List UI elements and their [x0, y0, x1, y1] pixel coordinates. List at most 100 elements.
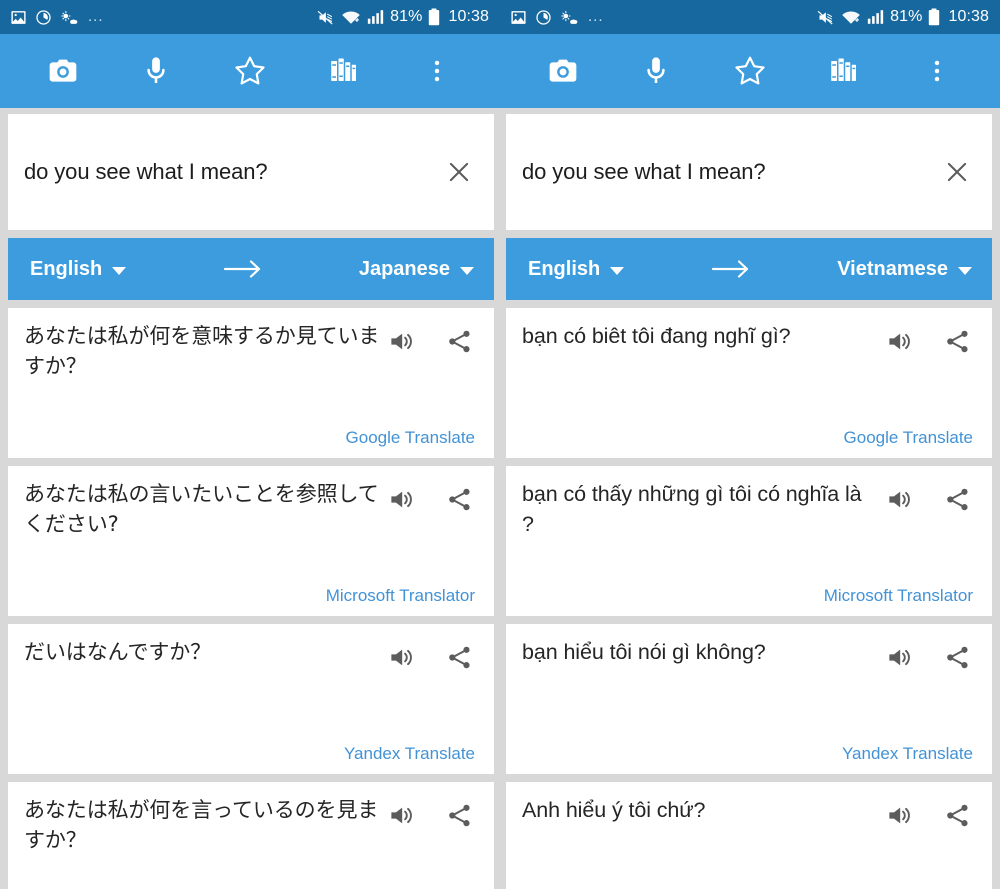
overflow-menu-button[interactable]	[909, 43, 965, 99]
japanese-pane: do you see what I mean? English Japanese…	[0, 108, 500, 889]
status-bar-right-left-icons: ...	[510, 9, 816, 26]
translation-result-card: あなたは私が何を意味するか見ていますか？ Google Translate	[8, 308, 494, 458]
image-icon	[10, 9, 27, 26]
translation-panes: do you see what I mean? English Japanese…	[0, 108, 1000, 889]
share-button[interactable]	[942, 326, 972, 356]
speak-button[interactable]	[884, 326, 914, 356]
source-language-button[interactable]: English	[528, 257, 625, 281]
speak-button[interactable]	[386, 326, 416, 356]
dictionary-button[interactable]	[816, 43, 872, 99]
result-action-buttons	[884, 796, 974, 830]
result-action-buttons	[386, 796, 476, 830]
translation-result-card: bạn có biêt tôi đang nghĩ gì? Google Tra…	[506, 308, 992, 458]
share-button[interactable]	[444, 642, 474, 672]
microphone-button[interactable]	[628, 43, 684, 99]
language-selector-bar: English Japanese	[8, 238, 494, 300]
translation-text: あなたは私の言いたいことを参照してください?	[24, 482, 379, 536]
result-action-buttons	[884, 322, 974, 356]
share-button[interactable]	[444, 800, 474, 830]
clear-text-button[interactable]	[442, 155, 476, 189]
provider-label[interactable]: Google Translate	[24, 428, 476, 448]
result-header: bạn hiểu tôi nói gì không?	[522, 638, 974, 672]
speak-button[interactable]	[386, 642, 416, 672]
share-button[interactable]	[942, 800, 972, 830]
status-overflow-dots: ...	[588, 8, 604, 25]
target-icon	[35, 9, 52, 26]
translation-text: あなたは私が何を意味するか見ていますか？	[24, 324, 380, 378]
result-header: bạn có biêt tôi đang nghĩ gì?	[522, 322, 974, 356]
signal-icon	[367, 9, 384, 25]
translation-text: だいはなんですか？	[24, 640, 212, 664]
status-bar-row: ... 81% 10:38 ... 81% 10:38	[0, 0, 1000, 34]
status-bar-right: ... 81% 10:38	[500, 0, 1000, 34]
result-action-buttons	[884, 638, 974, 672]
result-header: あなたは私が何を言っているのを見ますか？	[24, 796, 476, 856]
app-toolbar-left	[0, 34, 500, 108]
share-button[interactable]	[942, 642, 972, 672]
translation-text: あなたは私が何を言っているのを見ますか？	[24, 798, 379, 852]
provider-label[interactable]: Microsoft Translator	[24, 586, 476, 606]
speak-button[interactable]	[884, 642, 914, 672]
image-icon	[510, 9, 527, 26]
speak-button[interactable]	[884, 800, 914, 830]
translation-results-list: bạn có biêt tôi đang nghĩ gì? Google Tra…	[506, 308, 992, 889]
clear-text-button[interactable]	[940, 155, 974, 189]
app-screen: ... 81% 10:38 ... 81% 10:38 do you see w…	[0, 0, 1000, 889]
target-language-button[interactable]: Japanese	[359, 258, 474, 281]
source-text-input[interactable]: do you see what I mean?	[522, 159, 940, 185]
clock-time: 10:38	[448, 8, 489, 25]
translation-result-card: あなたは私が何を言っているのを見ますか？	[8, 782, 494, 889]
dictionary-button[interactable]	[316, 43, 372, 99]
battery-percentage: 81%	[890, 8, 923, 25]
result-action-buttons	[386, 638, 476, 672]
share-button[interactable]	[942, 484, 972, 514]
weather-icon	[560, 9, 579, 26]
translation-result-card: bạn có thấy những gì tôi có nghĩa là ? M…	[506, 466, 992, 616]
result-header: あなたは私の言いたいことを参照してください?	[24, 480, 476, 540]
speak-button[interactable]	[386, 800, 416, 830]
provider-label[interactable]: Yandex Translate	[24, 744, 476, 764]
source-language-label: English	[528, 257, 601, 280]
translation-result-card: bạn hiểu tôi nói gì không? Yandex Transl…	[506, 624, 992, 774]
translation-result-card: だいはなんですか？ Yandex Translate	[8, 624, 494, 774]
language-selector-bar: English Vietnamese	[506, 238, 992, 300]
result-action-buttons	[386, 322, 476, 356]
vietnamese-pane: do you see what I mean? English Vietname…	[500, 108, 1000, 889]
source-text-input[interactable]: do you see what I mean?	[24, 159, 442, 185]
camera-button[interactable]	[35, 43, 91, 99]
translation-result-card: Anh hiểu ý tôi chứ?	[506, 782, 992, 889]
result-action-buttons	[386, 480, 476, 514]
provider-label[interactable]: Google Translate	[522, 428, 974, 448]
signal-icon	[867, 9, 884, 25]
translation-results-list: あなたは私が何を意味するか見ていますか？ Google Translate あな…	[8, 308, 494, 889]
mute-icon	[816, 9, 835, 26]
app-toolbar-right	[500, 34, 1000, 108]
source-text-card[interactable]: do you see what I mean?	[506, 114, 992, 230]
result-header: Anh hiểu ý tôi chứ?	[522, 796, 974, 830]
result-header: bạn có thấy những gì tôi có nghĩa là ?	[522, 480, 974, 539]
result-action-buttons	[884, 480, 974, 514]
status-bar-left-icons: ...	[10, 9, 316, 26]
camera-button[interactable]	[535, 43, 591, 99]
share-button[interactable]	[444, 484, 474, 514]
source-text-card[interactable]: do you see what I mean?	[8, 114, 494, 230]
share-button[interactable]	[444, 326, 474, 356]
microphone-button[interactable]	[128, 43, 184, 99]
source-language-button[interactable]: English	[30, 258, 127, 281]
speak-button[interactable]	[386, 484, 416, 514]
chevron-down-icon	[958, 266, 972, 275]
translation-direction-arrow	[624, 258, 837, 280]
translation-result-card: あなたは私の言いたいことを参照してください? Microsoft Transla…	[8, 466, 494, 616]
translation-text: Anh hiểu ý tôi chứ?	[522, 798, 706, 822]
battery-percentage: 81%	[390, 8, 423, 25]
provider-label[interactable]: Yandex Translate	[522, 744, 974, 764]
provider-label[interactable]: Microsoft Translator	[522, 586, 974, 606]
target-language-button[interactable]: Vietnamese	[837, 258, 972, 281]
status-overflow-dots: ...	[88, 8, 104, 25]
favorite-button[interactable]	[222, 43, 278, 99]
target-language-label: Japanese	[358, 257, 450, 280]
target-language-label: Vietnamese	[837, 257, 948, 280]
overflow-menu-button[interactable]	[409, 43, 465, 99]
favorite-button[interactable]	[722, 43, 778, 99]
speak-button[interactable]	[884, 484, 914, 514]
